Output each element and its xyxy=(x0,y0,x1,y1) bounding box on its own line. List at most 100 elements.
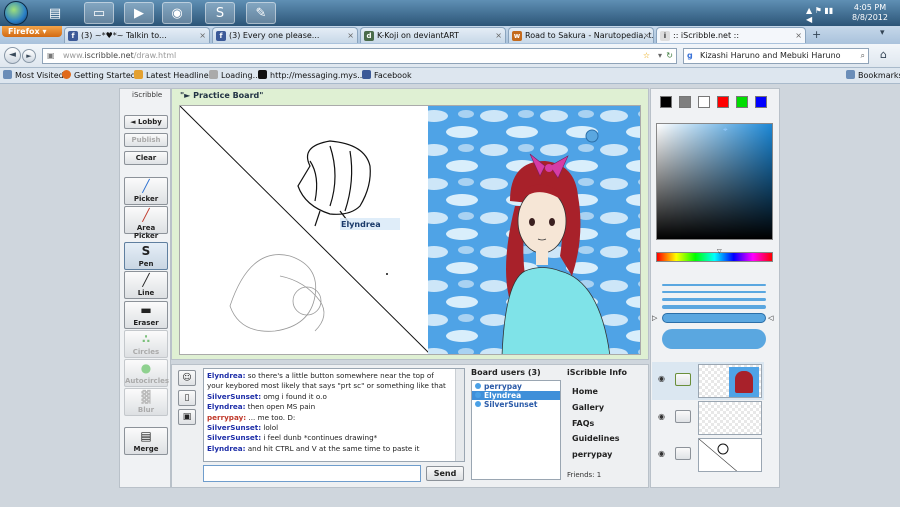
new-tab-icon[interactable]: + xyxy=(812,28,821,41)
site-identity-icon[interactable]: ▣ xyxy=(47,49,55,63)
tab-iscribble[interactable]: i:: iScribble.net :: × xyxy=(656,27,806,43)
reload-icon[interactable]: ↻ xyxy=(666,49,673,63)
tab-deviantart[interactable]: d K-Koji on deviantART × xyxy=(360,27,506,43)
search-input[interactable]: g Kizashi Haruno and Mebuki Haruno ⌕ xyxy=(683,48,869,64)
bookmarks-menu-label: Bookmarks xyxy=(858,71,900,80)
brush-size-4[interactable] xyxy=(662,305,766,309)
swatch-blue[interactable] xyxy=(755,96,767,108)
send-button[interactable]: Send xyxy=(426,466,464,481)
list-item[interactable]: SilverSunset xyxy=(472,400,560,409)
folder-icon[interactable]: ▭ xyxy=(84,2,114,24)
swatch-green[interactable] xyxy=(736,96,748,108)
bookmark-myspace[interactable]: http://messaging.mys... xyxy=(258,68,365,83)
brush-size-2[interactable] xyxy=(662,291,766,293)
home-icon[interactable]: ⌂ xyxy=(880,48,887,61)
color-gradient-picker[interactable]: ⌖ xyxy=(656,123,773,240)
forward-icon[interactable]: ► xyxy=(22,49,36,63)
swatch-gray[interactable] xyxy=(679,96,691,108)
circles-tool[interactable]: ∴ Circles xyxy=(124,330,168,358)
eye-icon[interactable]: ◉ xyxy=(658,449,665,458)
chat-username: SilverSunset: xyxy=(207,423,262,433)
swatch-red[interactable] xyxy=(717,96,729,108)
brush-size-5-selected[interactable] xyxy=(662,313,766,323)
pen-tool[interactable]: S Pen xyxy=(124,242,168,270)
bookmark-most-visited[interactable]: Most Visited xyxy=(3,68,64,83)
brush-size-3[interactable] xyxy=(662,298,766,301)
layer-type-icon[interactable] xyxy=(675,447,691,460)
info-link-faqs[interactable]: FAQs xyxy=(572,419,647,435)
blur-tool[interactable]: ▓ Blur xyxy=(124,388,168,416)
close-icon[interactable]: × xyxy=(643,28,650,43)
document-icon[interactable]: ▯ xyxy=(178,390,196,406)
close-icon[interactable]: × xyxy=(347,28,354,43)
user-name: perrypay xyxy=(484,382,522,391)
chat-text: ... me too. D: xyxy=(246,412,296,422)
close-icon[interactable]: × xyxy=(795,28,802,43)
eraser-tool[interactable]: ▬ Eraser xyxy=(124,301,168,329)
layer-thumbnail-1[interactable] xyxy=(698,364,762,398)
eye-icon[interactable]: ◉ xyxy=(658,412,665,421)
bookmark-getting-started[interactable]: Getting Started xyxy=(62,68,136,83)
facebook-icon: f xyxy=(216,31,226,41)
line-tool[interactable]: ╱ Line xyxy=(124,271,168,299)
list-tabs-icon[interactable]: ▾ xyxy=(880,28,885,38)
layer-thumbnail-3[interactable] xyxy=(698,438,762,472)
list-item[interactable]: Elyndrea xyxy=(472,391,560,400)
start-button[interactable] xyxy=(4,1,28,25)
close-icon[interactable]: × xyxy=(495,28,502,43)
paint-icon[interactable]: ✎ xyxy=(246,2,276,24)
layer-thumbnail-2[interactable] xyxy=(698,401,762,435)
bookmark-facebook[interactable]: Facebook xyxy=(362,68,412,83)
url-bar[interactable]: ▣ www.iscribble.net/draw.html ☆ ▾ ↻ xyxy=(42,48,677,64)
close-icon[interactable]: × xyxy=(199,28,206,43)
hue-slider[interactable]: ▽ xyxy=(656,248,773,262)
search-icon[interactable]: ⌕ xyxy=(861,49,865,63)
chat-scrollbar[interactable] xyxy=(455,369,464,461)
info-link-gallery[interactable]: Gallery xyxy=(572,403,647,419)
bookmark-loading[interactable]: Loading... xyxy=(209,68,260,83)
tab-label: :: iScribble.net :: xyxy=(673,31,740,40)
clear-button[interactable]: Clear xyxy=(124,151,168,165)
drawing-canvas[interactable]: Elyndrea xyxy=(179,105,641,355)
bookmark-latest-headlines[interactable]: Latest Headlines xyxy=(134,68,213,83)
bookmark-star-icon[interactable]: ☆ xyxy=(643,49,650,63)
lobby-button[interactable]: ◄ Lobby xyxy=(124,115,168,129)
firefox-menu-button[interactable]: Firefox ▾ xyxy=(2,26,62,37)
info-link-home[interactable]: Home xyxy=(572,387,647,403)
history-dropdown-icon[interactable]: ▾ xyxy=(658,49,662,63)
brush-size-6[interactable] xyxy=(662,329,766,349)
notepad-icon[interactable]: ▤ xyxy=(40,2,70,24)
merge-tool[interactable]: ▤ Merge xyxy=(124,427,168,455)
tab-narutopedia[interactable]: w Road to Sakura - Narutopedia, t... × xyxy=(508,27,654,43)
layer-type-icon[interactable] xyxy=(675,410,691,423)
image-icon[interactable]: ▣ xyxy=(178,409,196,425)
skype-icon[interactable]: S xyxy=(205,2,235,24)
chat-log[interactable]: Elyndrea: so there's a little button som… xyxy=(203,368,465,462)
brush-size-1[interactable] xyxy=(662,284,766,286)
back-icon[interactable]: ◄ xyxy=(4,47,21,64)
info-link-guidelines[interactable]: Guidelines xyxy=(572,434,647,450)
info-link-profile[interactable]: perrypay xyxy=(572,450,647,466)
autocircles-tool[interactable]: ● Autocircles xyxy=(124,359,169,387)
layer-type-icon[interactable] xyxy=(675,373,691,386)
clock[interactable]: 4:05 PM 8/8/2012 xyxy=(842,3,898,23)
media-icon[interactable]: ▶ xyxy=(124,2,154,24)
google-icon[interactable]: g xyxy=(687,49,693,63)
tab-talkin[interactable]: f (3) ~*♥*~ Talkin to... × xyxy=(64,27,210,43)
emoticon-icon[interactable]: ☺ xyxy=(178,370,196,386)
swatch-black[interactable] xyxy=(660,96,672,108)
eye-icon[interactable]: ◉ xyxy=(658,374,665,383)
facebook-icon: f xyxy=(68,31,78,41)
area-picker-tool[interactable]: ╱ Area Picker xyxy=(124,206,168,240)
picker-tool[interactable]: ╱ Picker xyxy=(124,177,168,205)
chat-input[interactable] xyxy=(203,465,421,482)
tab-every-one[interactable]: f (3) Every one please... × xyxy=(212,27,358,43)
firefox-icon[interactable]: ◉ xyxy=(162,2,192,24)
user-status-icon xyxy=(475,401,481,407)
publish-button[interactable]: Publish xyxy=(124,133,168,147)
bookmarks-menu[interactable]: Bookmarks xyxy=(846,68,900,83)
swatch-white[interactable] xyxy=(698,96,710,108)
system-tray[interactable]: ▲ ⚑ ▮▮ ◀ xyxy=(806,6,840,24)
board-users-list[interactable]: perrypay Elyndrea SilverSunset xyxy=(471,380,561,480)
list-item[interactable]: perrypay xyxy=(472,382,560,391)
